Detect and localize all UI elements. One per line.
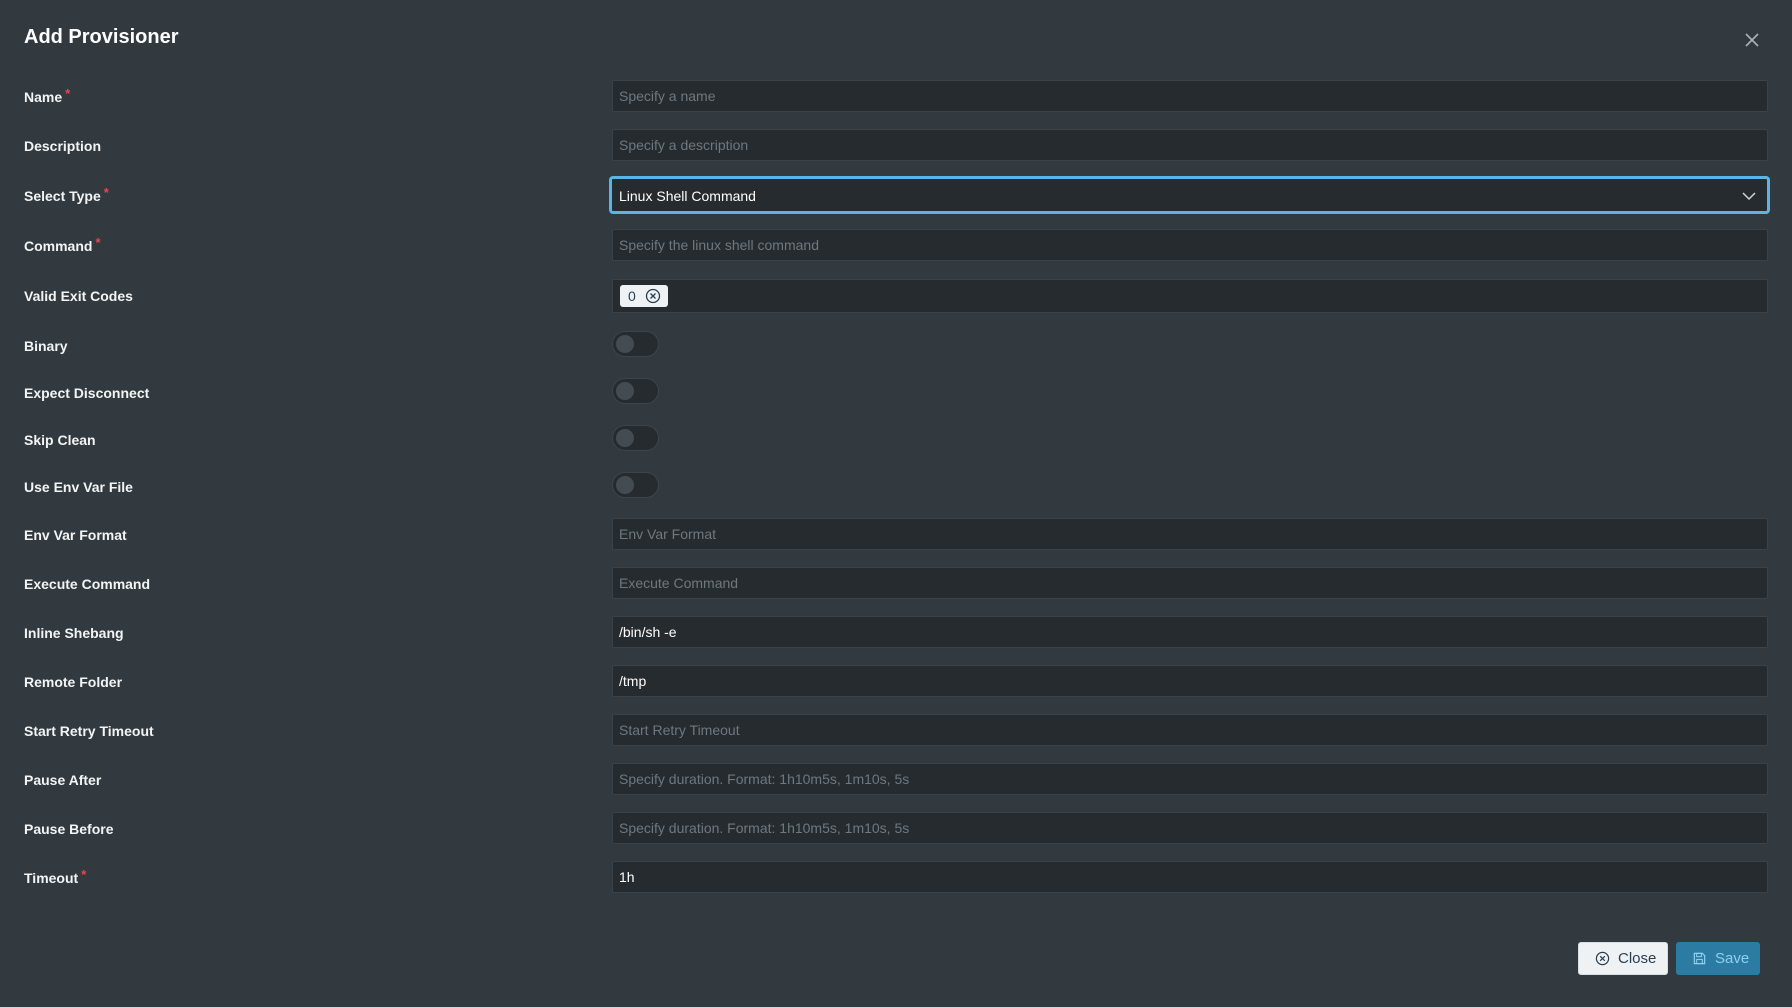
- command-label: Command *: [24, 235, 101, 255]
- pause-after-input[interactable]: [612, 763, 1768, 795]
- toggle-knob: [616, 429, 634, 447]
- dialog-title: Add Provisioner: [24, 26, 179, 48]
- close-icon[interactable]: [1740, 28, 1764, 52]
- add-provisioner-dialog: Add Provisioner Name* Description Select…: [0, 0, 1792, 1007]
- execute-command-label: Execute Command: [24, 576, 151, 592]
- skip-clean-toggle[interactable]: [612, 425, 659, 451]
- name-label: Name *: [24, 86, 71, 106]
- name-label-text: Name: [24, 89, 63, 105]
- toggle-knob: [616, 335, 634, 353]
- required-marker: *: [65, 86, 71, 101]
- valid-exit-codes-input[interactable]: 0: [612, 279, 1768, 313]
- close-button[interactable]: Close: [1578, 942, 1668, 975]
- timeout-input[interactable]: [612, 861, 1768, 893]
- expect-disconnect-toggle[interactable]: [612, 378, 659, 404]
- execute-command-input[interactable]: [612, 567, 1768, 599]
- start-retry-timeout-input[interactable]: [612, 714, 1768, 746]
- valid-exit-codes-label: Valid Exit Codes: [24, 288, 133, 304]
- select-type-dropdown[interactable]: Linux Shell Command: [609, 176, 1770, 214]
- pause-before-label: Pause Before: [24, 821, 114, 837]
- save-button-label: Save: [1715, 950, 1750, 967]
- binary-label: Binary: [24, 338, 68, 354]
- circle-x-icon: [1595, 951, 1610, 966]
- close-button-label: Close: [1618, 950, 1657, 967]
- chevron-down-icon: [1741, 188, 1757, 209]
- timeout-label: Timeout *: [24, 867, 87, 887]
- required-marker: *: [95, 235, 101, 250]
- skip-clean-label: Skip Clean: [24, 432, 96, 448]
- remote-folder-input[interactable]: [612, 665, 1768, 697]
- use-env-var-file-label: Use Env Var File: [24, 479, 133, 495]
- pause-before-input[interactable]: [612, 812, 1768, 844]
- inline-shebang-label: Inline Shebang: [24, 625, 124, 641]
- command-label-text: Command: [24, 238, 93, 254]
- select-type-label: Select Type *: [24, 185, 109, 205]
- toggle-knob: [616, 382, 634, 400]
- command-input[interactable]: [612, 229, 1768, 261]
- required-marker: *: [81, 867, 87, 882]
- floppy-disk-icon: [1692, 951, 1707, 966]
- env-var-format-input[interactable]: [612, 518, 1768, 550]
- circle-x-icon[interactable]: [645, 288, 661, 307]
- exit-code-tag-text: 0: [628, 288, 636, 304]
- select-type-value: Linux Shell Command: [619, 188, 756, 204]
- toggle-knob: [616, 476, 634, 494]
- inline-shebang-input[interactable]: [612, 616, 1768, 648]
- exit-code-tag: 0: [620, 285, 668, 307]
- binary-toggle[interactable]: [612, 331, 659, 357]
- timeout-label-text: Timeout: [24, 870, 79, 886]
- select-type-label-text: Select Type: [24, 188, 101, 204]
- use-env-var-file-toggle[interactable]: [612, 472, 659, 498]
- remote-folder-label: Remote Folder: [24, 674, 123, 690]
- description-label: Description: [24, 138, 102, 154]
- start-retry-timeout-label: Start Retry Timeout: [24, 723, 154, 739]
- required-marker: *: [103, 185, 109, 200]
- env-var-format-label: Env Var Format: [24, 527, 127, 543]
- save-button[interactable]: Save: [1676, 942, 1760, 975]
- expect-disconnect-label: Expect Disconnect: [24, 385, 150, 401]
- pause-after-label: Pause After: [24, 772, 102, 788]
- name-input[interactable]: [612, 80, 1768, 112]
- description-input[interactable]: [612, 129, 1768, 161]
